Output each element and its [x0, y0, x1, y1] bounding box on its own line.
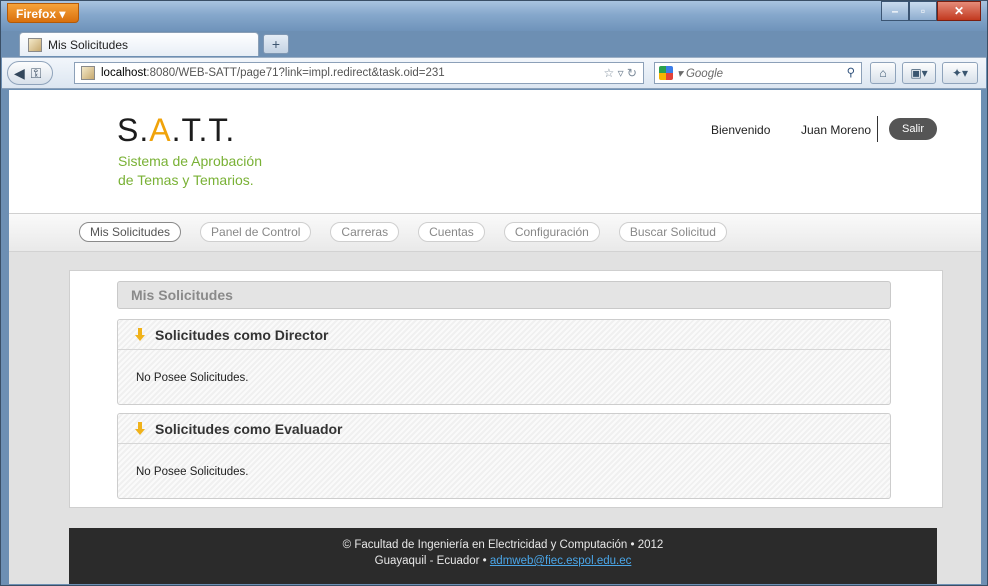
- url-bar[interactable]: localhost:8080/WEB-SATT/page71?link=impl…: [74, 62, 644, 84]
- site-logo[interactable]: S.A.T.T.: [117, 112, 235, 149]
- firefox-menu-button[interactable]: Firefox ▾: [7, 3, 79, 23]
- tagline-line: de Temas y Temarios.: [118, 172, 254, 188]
- arrow-down-icon: [135, 421, 145, 436]
- panel-title: Solicitudes como Director: [155, 326, 329, 343]
- tab-title: Mis Solicitudes: [48, 37, 129, 52]
- favicon-icon: [28, 37, 42, 52]
- title-bar: Firefox ▾ – ▫ ✕: [1, 1, 987, 31]
- maximize-icon[interactable]: ▫: [909, 1, 937, 21]
- footer-location: Guayaquil - Ecuador • admweb@fiec.espol.…: [69, 555, 937, 567]
- panel-header[interactable]: Solicitudes como Evaluador: [118, 414, 890, 444]
- site-tagline: Sistema de Aprobación de Temas y Temario…: [118, 152, 318, 190]
- url-path: :8080/WEB-SATT/page71?link=impl.redirect…: [146, 67, 445, 79]
- user-divider: [877, 116, 878, 142]
- url-host: localhost: [101, 67, 147, 79]
- browser-tab[interactable]: Mis Solicitudes: [19, 32, 259, 56]
- new-tab-button[interactable]: +: [263, 34, 289, 54]
- search-input[interactable]: ▾ Google ⚲: [654, 62, 862, 84]
- logo-part: S.: [117, 112, 150, 148]
- menu-item-configuracion[interactable]: Configuración: [503, 222, 600, 242]
- google-engine-icon[interactable]: [659, 66, 673, 80]
- back-arrow-icon: ◀: [14, 64, 25, 81]
- tagline-line: Sistema de Aprobación: [118, 153, 262, 169]
- menu-item-cuentas[interactable]: Cuentas: [418, 222, 485, 242]
- identity-key-icon[interactable]: ⚿: [31, 65, 42, 82]
- footer-email-link[interactable]: admweb@fiec.espol.edu.ec: [490, 555, 631, 567]
- panel-body: No Posee Solicitudes.: [136, 372, 249, 384]
- search-placeholder: ▾ Google: [677, 68, 724, 80]
- site-header: S.A.T.T. Sistema de Aprobación de Temas …: [9, 90, 981, 214]
- site-favicon-icon: [81, 66, 95, 80]
- main-menu: Mis Solicitudes Panel de Control Carrera…: [79, 222, 727, 242]
- menu-item-carreras[interactable]: Carreras: [330, 222, 400, 242]
- site-footer: © Facultad de Ingeniería en Electricidad…: [69, 528, 937, 584]
- user-name[interactable]: Juan Moreno: [801, 123, 871, 137]
- logo-part: .T.T.: [171, 112, 236, 148]
- content-panel: Mis Solicitudes Solicitudes como Directo…: [69, 270, 943, 508]
- navigation-bar: ◀ ⚿ localhost:8080/WEB-SATT/page71?link=…: [2, 57, 986, 89]
- director-requests-panel: Solicitudes como Director No Posee Solic…: [117, 319, 891, 405]
- bookmarks-menu-icon[interactable]: ▣▾: [902, 62, 936, 84]
- bookmark-star-icon[interactable]: ☆ ▿ ↻: [603, 66, 637, 80]
- panel-body: No Posee Solicitudes.: [136, 466, 249, 478]
- panel-title: Solicitudes como Evaluador: [155, 420, 343, 437]
- evaluator-requests-panel: Solicitudes como Evaluador No Posee Soli…: [117, 413, 891, 499]
- search-icon[interactable]: ⚲: [847, 65, 855, 79]
- window-controls: – ▫ ✕: [881, 1, 981, 21]
- logout-button[interactable]: Salir: [889, 118, 937, 140]
- menu-item-panel-de-control[interactable]: Panel de Control: [200, 222, 312, 242]
- firefox-menu-label: Firefox: [16, 7, 57, 21]
- home-icon[interactable]: ⌂: [870, 62, 896, 84]
- page-title: Mis Solicitudes: [117, 281, 891, 309]
- page-viewport: S.A.T.T. Sistema de Aprobación de Temas …: [9, 90, 981, 584]
- browser-window: Firefox ▾ – ▫ ✕ Mis Solicitudes + ◀ ⚿ lo…: [0, 0, 988, 586]
- minimize-icon[interactable]: –: [881, 1, 909, 21]
- footer-copyright: © Facultad de Ingeniería en Electricidad…: [342, 539, 664, 551]
- welcome-label: Bienvenido: [711, 123, 771, 137]
- arrow-down-icon: [135, 327, 145, 342]
- main-menu-band: Mis Solicitudes Panel de Control Carrera…: [9, 214, 981, 252]
- footer-location-text: Guayaquil - Ecuador •: [374, 555, 490, 567]
- logo-accent: A: [149, 112, 172, 148]
- back-button[interactable]: ◀ ⚿: [7, 61, 53, 85]
- addon-icon[interactable]: ✦▾: [942, 62, 978, 84]
- menu-item-buscar-solicitud[interactable]: Buscar Solicitud: [618, 222, 727, 242]
- close-icon[interactable]: ✕: [937, 1, 981, 21]
- menu-item-mis-solicitudes[interactable]: Mis Solicitudes: [79, 222, 182, 242]
- panel-header[interactable]: Solicitudes como Director: [118, 320, 890, 350]
